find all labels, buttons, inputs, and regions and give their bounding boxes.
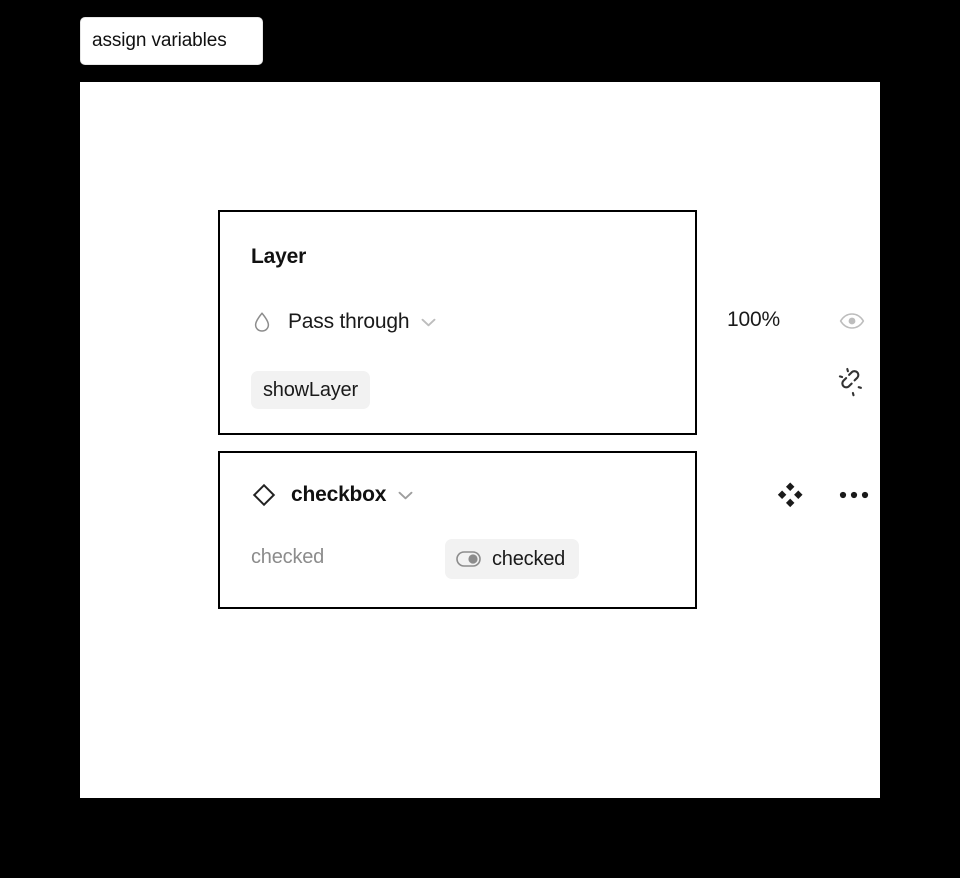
layer-panel: Layer Pass through 100% showLayer	[218, 210, 865, 435]
tooltip-label: assign variables	[92, 30, 227, 51]
property-value-chip-checked[interactable]: checked	[445, 539, 580, 579]
instance-selector[interactable]: checkbox	[251, 479, 413, 511]
eye-icon[interactable]	[838, 310, 866, 332]
chevron-down-icon[interactable]	[397, 487, 413, 503]
instance-name: checkbox	[291, 483, 387, 506]
chevron-down-icon[interactable]	[420, 314, 436, 330]
blend-mode-row[interactable]: Pass through	[251, 307, 669, 337]
component-diamond-icon	[251, 482, 277, 508]
opacity-value[interactable]: 100%	[727, 308, 780, 332]
tooltip-assign-variables: assign variables	[80, 17, 263, 65]
blend-mode-label: Pass through	[288, 310, 410, 333]
variable-chip-showlayer[interactable]: showLayer	[251, 371, 370, 409]
blend-drop-icon	[251, 309, 273, 335]
canvas-artboard: Layer Pass through 100% showLayer checkb…	[80, 82, 880, 798]
boolean-toggle-icon	[455, 550, 481, 568]
variable-chip-label: showLayer	[263, 378, 358, 401]
page-title: Layer	[251, 245, 307, 268]
component-instance-panel: checkbox checked checked	[218, 451, 869, 609]
broken-link-icon[interactable]	[835, 364, 871, 400]
more-options-icon[interactable]	[838, 481, 870, 509]
swap-instance-icon[interactable]	[776, 481, 804, 509]
property-label-checked: checked	[251, 546, 325, 568]
property-value-label: checked	[492, 547, 566, 570]
